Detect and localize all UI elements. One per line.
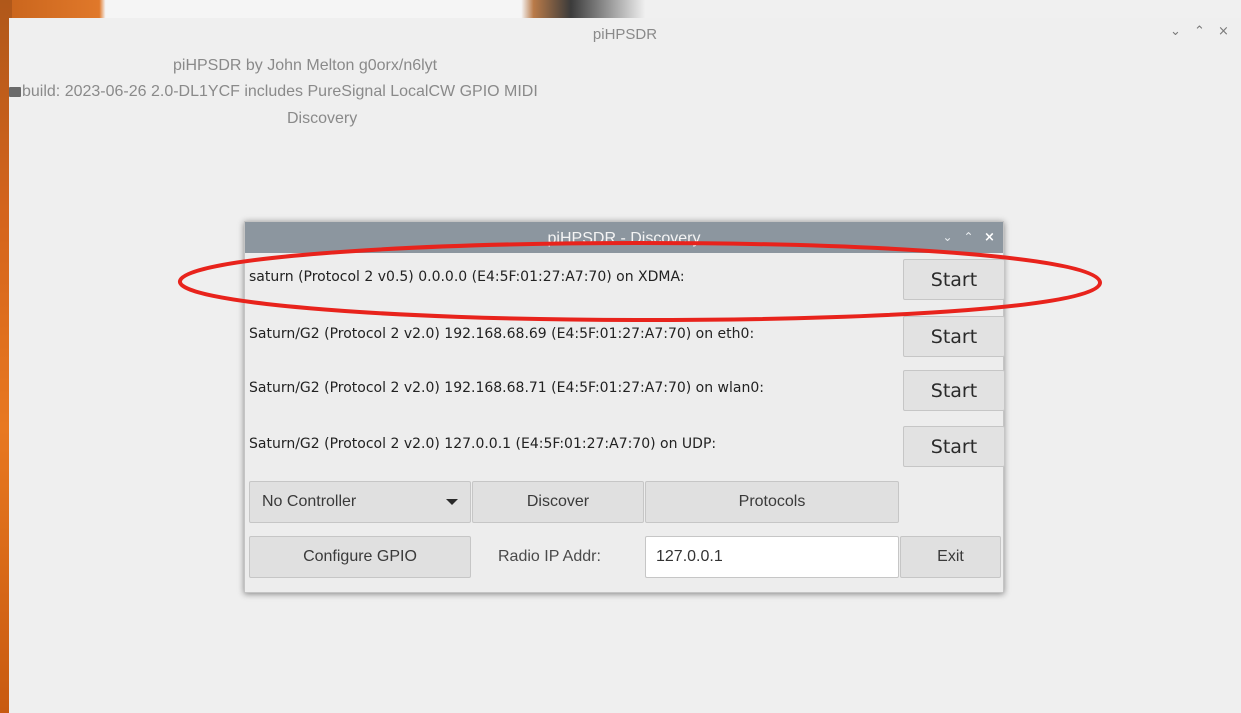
start-button[interactable]: Start: [903, 370, 1005, 411]
maximize-icon[interactable]: ⌃: [1194, 24, 1205, 39]
exit-button[interactable]: Exit: [900, 536, 1001, 578]
start-button[interactable]: Start: [903, 259, 1005, 300]
radio-label: saturn (Protocol 2 v0.5) 0.0.0.0 (E4:5F:…: [249, 269, 685, 285]
dialog-titlebar[interactable]: piHPSDR - Discovery ⌄ ⌃ ×: [245, 222, 1003, 253]
radio-label: Saturn/G2 (Protocol 2 v2.0) 127.0.0.1 (E…: [249, 436, 717, 452]
dialog-controls: ⌄ ⌃ ×: [942, 230, 995, 245]
close-icon[interactable]: ×: [1218, 24, 1229, 39]
radio-label: Saturn/G2 (Protocol 2 v2.0) 192.168.68.6…: [249, 326, 755, 342]
radio-row-udp: Saturn/G2 (Protocol 2 v2.0) 127.0.0.1 (E…: [249, 424, 1005, 468]
start-button[interactable]: Start: [903, 426, 1005, 467]
radio-row-wlan0: Saturn/G2 (Protocol 2 v2.0) 192.168.68.7…: [249, 368, 1005, 412]
radio-ip-label: Radio IP Addr:: [498, 548, 601, 565]
desktop-wallpaper: [0, 0, 1241, 18]
discovery-dialog: piHPSDR - Discovery ⌄ ⌃ × saturn (Protoc…: [244, 221, 1005, 593]
configure-gpio-button[interactable]: Configure GPIO: [249, 536, 471, 578]
radio-row-eth0: Saturn/G2 (Protocol 2 v2.0) 192.168.68.6…: [249, 314, 1005, 358]
controller-select[interactable]: No Controller: [249, 481, 471, 523]
protocols-button[interactable]: Protocols: [645, 481, 899, 523]
discover-button[interactable]: Discover: [472, 481, 644, 523]
minimize-icon[interactable]: ⌄: [942, 230, 953, 245]
controller-select-value: No Controller: [262, 493, 357, 510]
dialog-title: piHPSDR - Discovery: [547, 230, 701, 247]
main-window-controls: ⌄ ⌃ ×: [1170, 24, 1229, 39]
author-text: piHPSDR by John Melton g0orx/n6lyt: [173, 57, 438, 74]
maximize-icon[interactable]: ⌃: [963, 230, 974, 245]
radio-label: Saturn/G2 (Protocol 2 v2.0) 192.168.68.7…: [249, 380, 764, 396]
window-icon: [9, 87, 21, 97]
start-button[interactable]: Start: [903, 316, 1005, 357]
main-window-title: piHPSDR: [592, 26, 658, 43]
build-info: build: 2023-06-26 2.0-DL1YCF includes Pu…: [9, 83, 538, 101]
radio-ip-input[interactable]: 127.0.0.1: [645, 536, 899, 578]
close-icon[interactable]: ×: [984, 230, 995, 245]
radio-row-xdma: saturn (Protocol 2 v0.5) 0.0.0.0 (E4:5F:…: [249, 257, 1005, 301]
minimize-icon[interactable]: ⌄: [1170, 24, 1181, 39]
status-text: Discovery: [287, 110, 358, 127]
dropdown-arrow-icon: [446, 499, 458, 505]
build-text: build: 2023-06-26 2.0-DL1YCF includes Pu…: [22, 83, 538, 100]
